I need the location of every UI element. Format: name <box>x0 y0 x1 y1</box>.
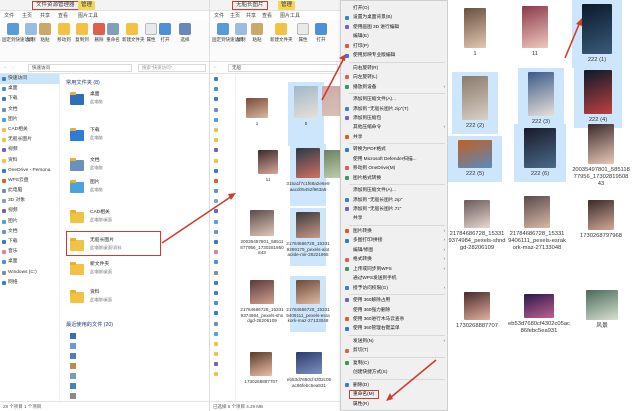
arrowhead-icon <box>386 393 393 401</box>
arrowhead-icon <box>228 193 236 200</box>
arrowhead-icon <box>576 18 582 26</box>
arrow-right-top <box>564 21 581 59</box>
annotation-arrows <box>161 18 582 401</box>
arrow-to-rename <box>389 359 437 399</box>
arrow-folder-to-window <box>161 195 233 244</box>
arrow-window-to-menu <box>321 57 345 101</box>
